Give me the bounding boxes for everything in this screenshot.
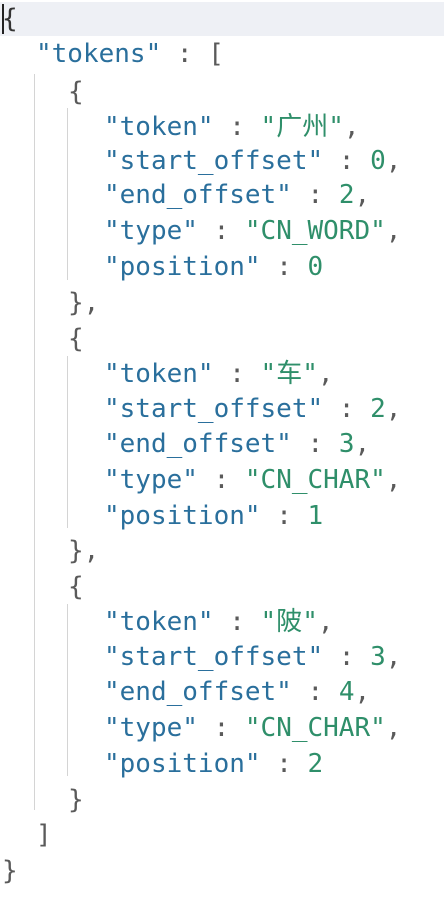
current-line-highlight (0, 2, 444, 36)
tokens-key-line: "tokens" : [ (36, 37, 224, 71)
end-offset-value: 2 (338, 180, 355, 210)
colon: : (161, 39, 209, 69)
array-close-bracket: ] (36, 820, 52, 850)
position-value: 2 (307, 749, 324, 779)
end-offset-line: "end_offset" : 3, (104, 429, 371, 459)
position-line: "position" : 2 (104, 749, 324, 779)
end-offset-line: "end_offset" : 4, (104, 677, 371, 707)
indent-guide (34, 74, 35, 810)
tokens-key: "tokens" (36, 39, 162, 69)
start-offset-value: 0 (370, 146, 386, 176)
array-open-bracket: [ (208, 39, 224, 69)
start-offset-line: "start_offset" : 0, (104, 146, 402, 176)
token-line: "token" : "陂", (104, 607, 334, 637)
position-line: "position" : 0 (104, 252, 324, 282)
type-line: "type" : "CN_WORD", (104, 216, 402, 246)
token-key: "token" (104, 607, 214, 637)
type-value: "CN_CHAR" (244, 465, 386, 495)
position-value: 0 (307, 252, 324, 282)
token-key: "token" (104, 112, 214, 142)
end-offset-key: "end_offset" (104, 429, 292, 459)
json-code-editor[interactable]: { "tokens" : [ { "token" : "广州", "start_… (0, 0, 444, 900)
token-value: "广州" (260, 112, 344, 142)
start-offset-line: "start_offset" : 3, (104, 642, 402, 672)
position-key: "position" (104, 749, 261, 779)
indent-guide (67, 356, 68, 528)
root-close-brace: } (2, 856, 18, 886)
end-offset-key: "end_offset" (104, 180, 292, 210)
type-value: "CN_WORD" (244, 216, 386, 246)
position-key: "position" (104, 252, 261, 282)
root-open-brace: { (2, 4, 18, 34)
position-line: "position" : 1 (104, 501, 324, 531)
token-key: "token" (104, 359, 214, 389)
token-line: "token" : "车", (104, 359, 334, 389)
object-close-brace: }, (68, 288, 100, 318)
end-offset-value: 4 (338, 677, 355, 707)
type-key: "type" (104, 465, 198, 495)
position-key: "position" (104, 501, 261, 531)
end-offset-key: "end_offset" (104, 677, 292, 707)
end-offset-line: "end_offset" : 2, (104, 180, 371, 210)
start-offset-key: "start_offset" (104, 146, 324, 176)
token-line: "token" : "广州", (104, 112, 360, 142)
start-offset-key: "start_offset" (104, 394, 324, 424)
token-value: "车" (260, 359, 318, 389)
object-close-brace: }, (68, 536, 100, 566)
indent-guide (67, 108, 68, 280)
type-line: "type" : "CN_CHAR", (104, 465, 402, 495)
type-key: "type" (104, 216, 198, 246)
position-value: 1 (307, 501, 324, 531)
type-value: "CN_CHAR" (244, 713, 386, 743)
object-open-brace: { (68, 324, 84, 354)
start-offset-line: "start_offset" : 2, (104, 394, 402, 424)
type-line: "type" : "CN_CHAR", (104, 713, 402, 743)
object-open-brace: { (68, 572, 84, 602)
start-offset-value: 3 (370, 642, 386, 672)
end-offset-value: 3 (338, 429, 355, 459)
start-offset-key: "start_offset" (104, 642, 324, 672)
object-open-brace: { (68, 77, 84, 107)
object-close-brace: } (68, 785, 84, 815)
type-key: "type" (104, 713, 198, 743)
token-value: "陂" (260, 607, 318, 637)
start-offset-value: 2 (370, 394, 386, 424)
indent-guide (67, 604, 68, 776)
